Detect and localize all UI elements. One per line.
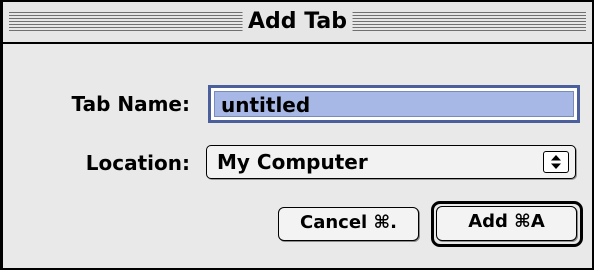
add-button[interactable]: Add ⌘A [436,206,577,241]
dialog-title: Add Tab [242,7,353,37]
tab-name-label: Tab Name: [71,92,190,116]
location-popup[interactable]: My Computer [206,145,576,179]
up-down-arrows-icon [543,151,569,173]
cancel-button[interactable]: Cancel ⌘. [278,207,419,241]
title-bar[interactable]: Add Tab [3,2,592,44]
tab-name-input[interactable]: untitled [208,85,580,123]
location-popup-value: My Computer [217,150,368,174]
add-tab-dialog: Add Tab Tab Name: untitled Location: My … [0,0,594,270]
window-edge-mark [0,229,3,238]
tab-name-value[interactable]: untitled [214,91,574,117]
dialog-body: Tab Name: untitled Location: My Computer… [3,44,592,268]
location-label: Location: [85,151,190,175]
